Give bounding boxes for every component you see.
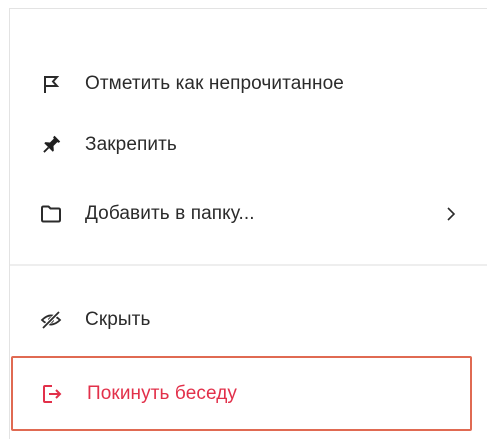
chevron-right-icon bbox=[444, 205, 458, 223]
menu-item-add-to-folder[interactable]: Добавить в папку... bbox=[10, 190, 487, 238]
menu-item-label: Скрыть bbox=[85, 309, 151, 330]
eye-off-icon bbox=[40, 309, 62, 331]
menu-item-label: Покинуть беседу bbox=[87, 382, 237, 404]
menu-item-mark-unread[interactable]: Отметить как непрочитанное bbox=[10, 60, 487, 108]
menu-item-hide[interactable]: Скрыть bbox=[10, 296, 487, 344]
folder-icon bbox=[40, 203, 62, 225]
menu-item-leave-chat[interactable]: Покинуть беседу bbox=[11, 356, 472, 431]
context-menu: Отметить как непрочитанное Закрепить Доб… bbox=[9, 8, 487, 439]
logout-icon bbox=[41, 383, 63, 405]
menu-item-label: Закрепить bbox=[85, 134, 177, 155]
menu-item-label: Добавить в папку... bbox=[85, 203, 255, 224]
menu-item-pin[interactable]: Закрепить bbox=[10, 121, 487, 169]
flag-icon bbox=[40, 73, 62, 95]
menu-divider bbox=[10, 264, 487, 266]
menu-item-label: Отметить как непрочитанное bbox=[85, 73, 344, 94]
pin-icon bbox=[40, 134, 62, 156]
